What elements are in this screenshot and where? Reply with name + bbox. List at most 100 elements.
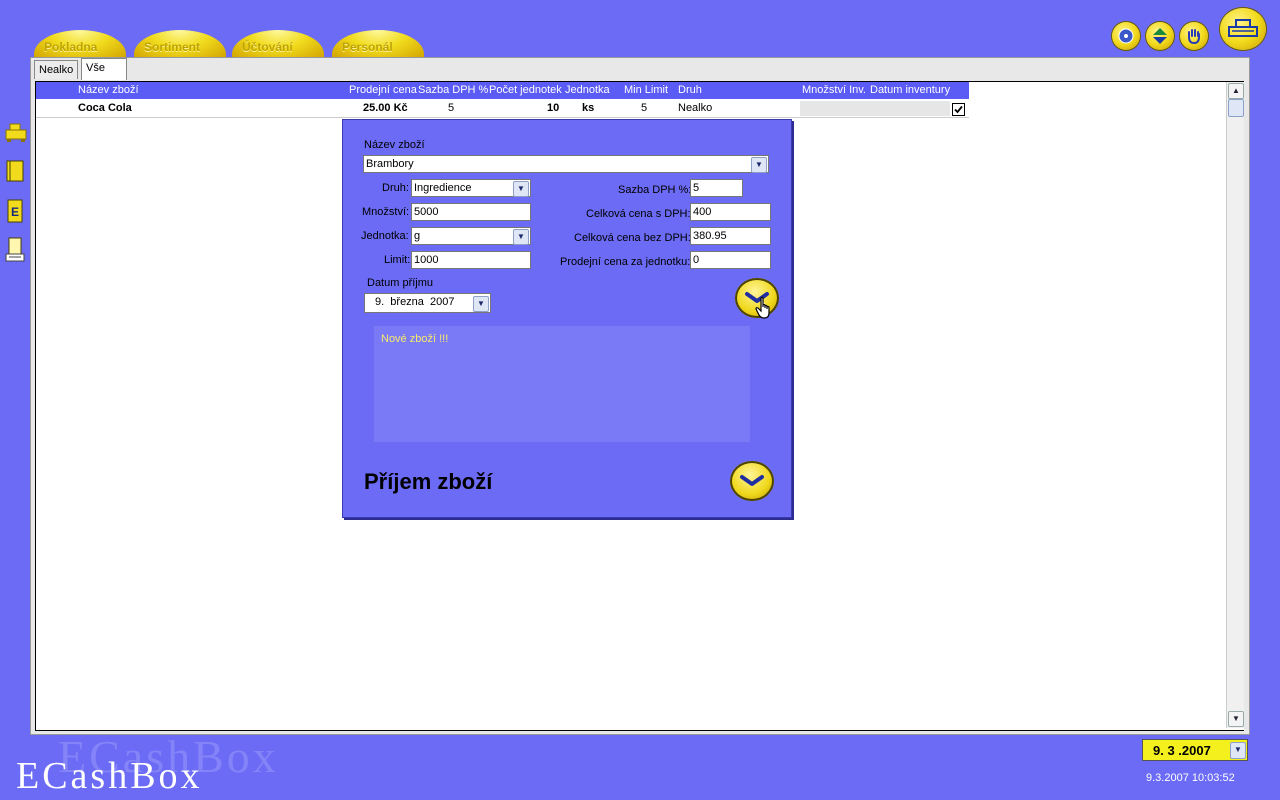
druh-select[interactable]: Ingredience ▼	[411, 179, 531, 197]
up-down-icon	[1153, 28, 1167, 44]
chevron-down-icon[interactable]: ▼	[473, 296, 489, 312]
table-row[interactable]: Coca Cola 25.00 Kč 5 10 ks 5 Nealko	[36, 100, 969, 118]
cash-register-icon	[5, 123, 27, 142]
tab-label: Sortiment	[144, 40, 201, 54]
column-header[interactable]: Min Limit	[624, 84, 668, 96]
row-checkbox[interactable]	[952, 103, 965, 116]
cell-unit: ks	[582, 102, 595, 114]
limit-value: 1000	[414, 254, 439, 266]
list-icon: E	[7, 199, 23, 223]
cell-min-limit: 5	[641, 102, 648, 114]
sazba-label: Sazba DPH %:	[618, 184, 692, 196]
cell-inventory-qty	[800, 101, 950, 116]
cena-s-dph-label: Celková cena s DPH:	[586, 208, 691, 220]
cell-kind: Nealko	[678, 102, 713, 114]
column-header[interactable]: Prodejní cena	[349, 84, 417, 96]
tab-pokladna[interactable]: Pokladna	[34, 30, 126, 58]
subtab-nealko[interactable]: Nealko	[34, 60, 79, 79]
prodejni-cena-field[interactable]: 0	[690, 251, 771, 269]
datum-value: 9. března 2007	[375, 296, 455, 308]
scroll-down-button[interactable]: ▼	[1228, 711, 1244, 727]
mnozstvi-value: 5000	[414, 206, 439, 218]
tab-label: Pokladna	[44, 40, 98, 54]
note-text: Nové zboží !!!	[381, 333, 449, 345]
chevron-down-icon	[740, 475, 764, 486]
cash-register-button[interactable]	[1220, 8, 1266, 50]
jednotka-value: g	[414, 230, 421, 242]
disc-button[interactable]	[1112, 22, 1140, 50]
dialog-title: Příjem zboží	[364, 469, 493, 494]
cena-bez-dph-label: Celková cena bez DPH:	[574, 232, 691, 244]
druh-value: Ingredience	[414, 182, 472, 194]
product-name-select[interactable]: Brambory ▼	[363, 155, 769, 173]
cena-bez-dph-value: 380.95	[693, 230, 727, 242]
receive-goods-dialog: Název zboží Brambory ▼ Druh: Ingredience…	[342, 119, 792, 518]
sidebar-report[interactable]	[4, 237, 26, 263]
notebook-icon	[6, 160, 24, 182]
svg-text:E: E	[11, 205, 19, 219]
vertical-scrollbar[interactable]: ▲ ▼	[1226, 82, 1244, 728]
sazba-value: 5	[693, 182, 700, 194]
cena-s-dph-value: 400	[693, 206, 712, 218]
date-select[interactable]: 9. 3 .2007 ▼	[1142, 739, 1248, 761]
name-label: Název zboží	[364, 139, 425, 151]
hand-cursor-icon	[755, 296, 770, 319]
mnozstvi-label: Množství:	[362, 206, 410, 218]
sazba-field[interactable]: 5	[690, 179, 743, 197]
column-header[interactable]: Sazba DPH %	[418, 84, 488, 96]
subtab-label: Vše	[86, 62, 105, 74]
chevron-down-icon[interactable]: ▼	[751, 157, 767, 173]
limit-label: Limit:	[384, 254, 411, 266]
date-select-value: 9. 3 .2007	[1153, 743, 1211, 758]
close-dialog-button[interactable]	[730, 461, 774, 501]
limit-field[interactable]: 1000	[411, 251, 531, 269]
check-icon	[954, 105, 963, 114]
column-header[interactable]: Jednotka	[565, 84, 610, 96]
product-name-value: Brambory	[366, 158, 414, 170]
cell-name: Coca Cola	[78, 102, 132, 114]
cash-register-icon	[1228, 19, 1258, 37]
scroll-thumb[interactable]	[1228, 99, 1244, 117]
subtab-vse[interactable]: Vše	[81, 58, 127, 80]
grid-header: Název zboží Prodejní cena Sazba DPH % Po…	[36, 82, 969, 99]
hand-button[interactable]	[1180, 22, 1208, 50]
timestamp: 9.3.2007 10:03:52	[1146, 772, 1235, 784]
sidebar-notebook[interactable]	[5, 159, 25, 183]
cena-bez-dph-field[interactable]: 380.95	[690, 227, 771, 245]
chevron-down-icon[interactable]: ▼	[513, 181, 529, 197]
cell-count: 10	[547, 102, 560, 114]
column-header[interactable]: Datum inventury	[870, 84, 950, 96]
datum-label: Datum příjmu	[367, 277, 434, 289]
sidebar-list[interactable]: E	[5, 198, 25, 224]
tab-sortiment[interactable]: Sortiment	[134, 30, 226, 58]
jednotka-select[interactable]: g ▼	[411, 227, 531, 245]
chevron-down-icon[interactable]: ▼	[513, 229, 529, 245]
column-header[interactable]: Počet jednotek	[489, 84, 562, 96]
prodejni-cena-value: 0	[693, 254, 700, 266]
note-area[interactable]: Nové zboží !!!	[374, 326, 750, 442]
cell-price: 25.00 Kč	[363, 102, 408, 114]
mnozstvi-field[interactable]: 5000	[411, 203, 531, 221]
chevron-down-icon[interactable]: ▼	[1230, 742, 1246, 759]
logo: ECashBox	[16, 754, 203, 798]
jednotka-label: Jednotka:	[361, 230, 409, 242]
up-down-button[interactable]	[1146, 22, 1174, 50]
column-header[interactable]: Druh	[678, 84, 702, 96]
tab-uctovani[interactable]: Účtování	[232, 30, 324, 58]
cena-s-dph-field[interactable]: 400	[690, 203, 771, 221]
report-icon	[5, 237, 25, 262]
column-header[interactable]: Název zboží	[78, 84, 139, 96]
tab-personal[interactable]: Personál	[332, 30, 424, 58]
disc-icon	[1118, 28, 1134, 44]
tab-label: Personál	[342, 40, 393, 54]
scroll-up-button[interactable]: ▲	[1228, 83, 1244, 99]
hand-icon	[1188, 29, 1200, 45]
column-header[interactable]: Množství Inv.	[802, 84, 866, 96]
tab-label: Účtování	[242, 40, 293, 54]
subtab-label: Nealko	[39, 64, 74, 76]
logo-text: ECashBox	[16, 755, 203, 797]
cell-vat: 5	[448, 102, 455, 114]
druh-label: Druh:	[382, 182, 409, 194]
sidebar-cash-register[interactable]	[4, 122, 28, 144]
datum-picker[interactable]: 9. března 2007 ▼	[364, 293, 491, 313]
